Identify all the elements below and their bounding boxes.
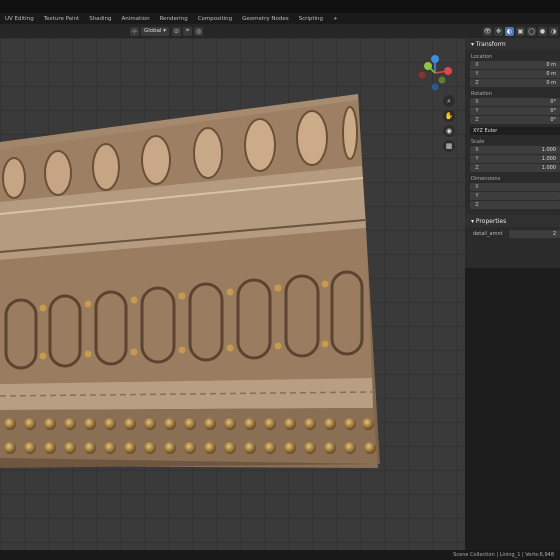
material-shading-icon[interactable]: ◑	[549, 26, 558, 36]
scale-z-field[interactable]: Z 1.000	[470, 164, 560, 172]
axis-label: X	[475, 62, 479, 68]
orientation-dropdown[interactable]: Global ▾	[141, 26, 170, 36]
dimensions-y-field[interactable]: Y	[470, 192, 560, 200]
workspace-tabs: UV Editing Texture Paint Shading Animati…	[0, 13, 560, 24]
visibility-icon[interactable]: 👁	[483, 26, 492, 36]
wireframe-shading-icon[interactable]: ◯	[527, 26, 536, 36]
field-value: 0 m	[546, 80, 556, 86]
field-value: 0°	[550, 99, 556, 105]
transform-title: Transform	[475, 40, 506, 48]
field-value: 1.000	[541, 147, 556, 153]
axis-label: Z	[475, 80, 479, 86]
field-value: 0 m	[546, 62, 556, 68]
gizmo-y-icon	[424, 62, 432, 70]
scale-label: Scale	[471, 139, 485, 145]
properties-title: Properties	[475, 217, 507, 225]
overlays-icon[interactable]: ◐	[505, 26, 514, 36]
field-value: 0 m	[546, 71, 556, 77]
axis-label: Z	[475, 117, 479, 123]
location-label: Location	[471, 54, 493, 60]
location-x-field[interactable]: X 0 m	[470, 61, 560, 69]
viewport-header: ⊹ Global ▾ ⊙ ⌖ ◎ 👁 ✥ ◐ ▣ ◯ ● ◑	[0, 24, 560, 38]
proportional-edit-icon[interactable]: ◎	[194, 26, 204, 36]
status-text: Scene Collection | Lining_1 | Verts:6,94…	[453, 552, 554, 558]
axis-label: Y	[475, 71, 479, 77]
zoom-icon[interactable]: ⌕	[443, 95, 455, 107]
dimensions-x-field[interactable]: X	[470, 183, 560, 191]
axis-label: Y	[475, 156, 479, 162]
status-bar: Scene Collection | Lining_1 | Verts:6,94…	[0, 550, 560, 560]
axis-label: X	[475, 99, 479, 105]
gizmo-x-icon	[444, 67, 452, 75]
custom-property-value[interactable]: 2	[509, 230, 560, 238]
cornice-model[interactable]	[0, 38, 465, 550]
rotation-z-field[interactable]: Z 0°	[470, 116, 560, 124]
tab-animation[interactable]: Animation	[117, 16, 155, 22]
gizmo-z-icon	[431, 55, 439, 63]
field-value: 1.000	[541, 165, 556, 171]
location-z-field[interactable]: Z 0 m	[470, 79, 560, 87]
tab-compositing[interactable]: Compositing	[193, 16, 237, 22]
snap-icon[interactable]: ⌖	[183, 26, 193, 36]
navigation-gizmo[interactable]	[414, 52, 456, 94]
camera-view-icon[interactable]: ◉	[443, 125, 455, 137]
rotation-x-field[interactable]: X 0°	[470, 98, 560, 106]
axis-label: Y	[475, 193, 479, 199]
transform-orientation-icon: ⊹	[130, 26, 139, 36]
dimensions-label: Dimensions	[471, 176, 501, 182]
orientation-label: Global	[144, 28, 162, 34]
rotation-mode-dropdown[interactable]: XYZ Euler	[470, 127, 560, 135]
axis-label: X	[475, 147, 479, 153]
pan-hand-icon[interactable]: ✋	[443, 110, 455, 122]
sidebar-transform-panel: ▾ Transform Location X 0 m Y 0 m Z 0 m Rota…	[465, 38, 560, 268]
tab-geometry-nodes[interactable]: Geometry Nodes	[237, 16, 293, 22]
tab-scripting[interactable]: Scripting	[294, 16, 328, 22]
location-y-field[interactable]: Y 0 m	[470, 70, 560, 78]
tab-uv-editing[interactable]: UV Editing	[0, 16, 39, 22]
scale-x-field[interactable]: X 1.000	[470, 146, 560, 154]
perspective-toggle-icon[interactable]: ▦	[443, 140, 455, 152]
tab-shading[interactable]: Shading	[84, 16, 116, 22]
panel-title-transform[interactable]: ▾ Transform	[465, 38, 560, 50]
rotation-y-field[interactable]: Y 0°	[470, 107, 560, 115]
pivot-icon[interactable]: ⊙	[172, 26, 182, 36]
custom-property-row: detail_amnt 2	[473, 230, 560, 238]
panel-title-properties[interactable]: ▾ Properties	[465, 215, 560, 227]
title-bar	[0, 0, 560, 13]
axis-label: Z	[475, 202, 479, 208]
3d-viewport[interactable]: ⌕ ✋ ◉ ▦	[0, 38, 465, 550]
field-value: 0°	[550, 117, 556, 123]
axis-label: Y	[475, 108, 479, 114]
xray-icon[interactable]: ▣	[516, 26, 525, 36]
rotation-label: Rotation	[471, 91, 492, 97]
tab-rendering[interactable]: Rendering	[155, 16, 193, 22]
scale-y-field[interactable]: Y 1.000	[470, 155, 560, 163]
axis-label: X	[475, 184, 479, 190]
gizmo-toggle-icon[interactable]: ✥	[494, 26, 503, 36]
tab-texture-paint[interactable]: Texture Paint	[39, 16, 85, 22]
field-value: 1.000	[541, 156, 556, 162]
add-workspace-button[interactable]: +	[328, 16, 343, 22]
axis-label: Z	[475, 165, 479, 171]
solid-shading-icon[interactable]: ●	[538, 26, 547, 36]
custom-property-name: detail_amnt	[473, 231, 503, 237]
field-value: 0°	[550, 108, 556, 114]
dimensions-z-field[interactable]: Z	[470, 201, 560, 209]
